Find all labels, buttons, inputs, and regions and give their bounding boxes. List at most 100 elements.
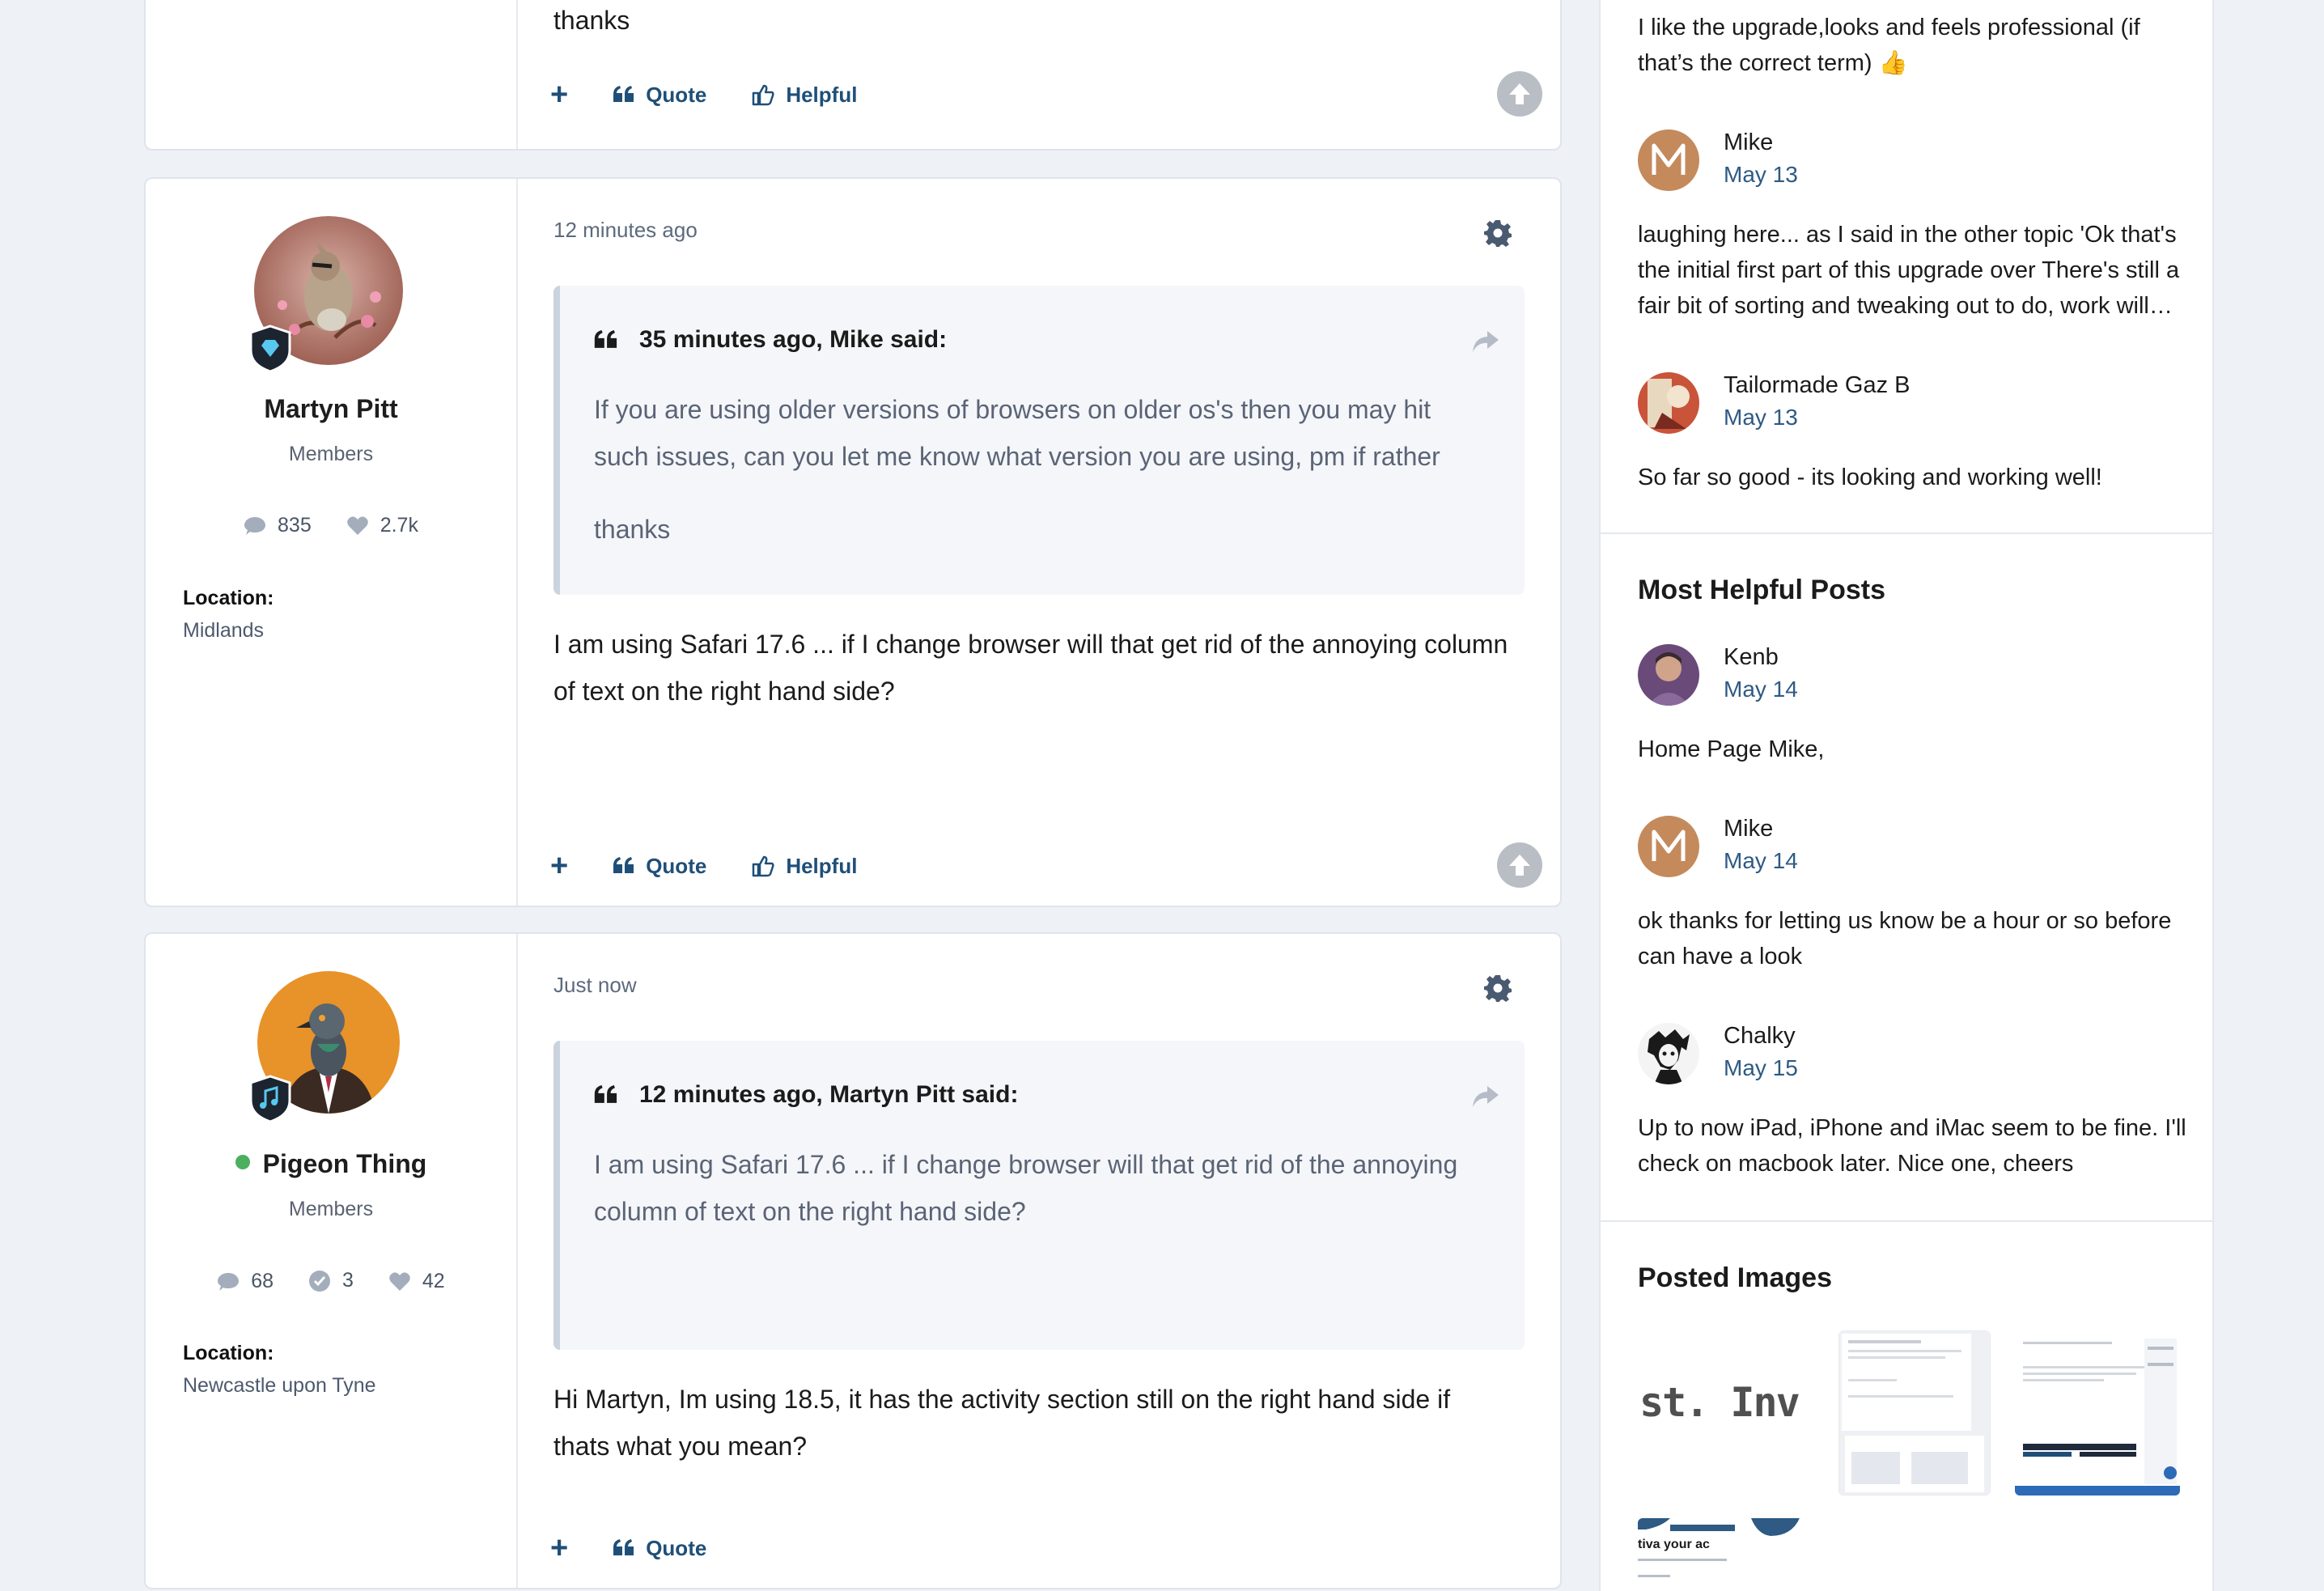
section-divider bbox=[1601, 532, 2212, 534]
post-2: Martyn Pitt Members 835 2.7k Location: M… bbox=[144, 177, 1562, 907]
quote-button[interactable]: Quote bbox=[613, 83, 706, 108]
heart-icon bbox=[346, 515, 368, 535]
posted-image-thumbnail[interactable] bbox=[1838, 1330, 1991, 1496]
activity-snippet[interactable]: I like the upgrade,looks and feels profe… bbox=[1638, 10, 2188, 81]
quote-header[interactable]: 12 minutes ago, Martyn Pitt said: bbox=[594, 1081, 1018, 1109]
avatar[interactable] bbox=[1638, 644, 1699, 706]
avatar[interactable] bbox=[1638, 372, 1699, 434]
multiquote-plus-button[interactable]: + bbox=[550, 1533, 568, 1563]
share-arrow-icon[interactable] bbox=[1471, 329, 1500, 354]
author-avatar-wrap[interactable] bbox=[249, 216, 403, 373]
music-rank-badge-icon bbox=[249, 1075, 291, 1123]
screenshot-thumbnail-image bbox=[1838, 1330, 1991, 1496]
quote-icon bbox=[594, 1085, 617, 1103]
activity-snippet[interactable]: laughing here... as I said in the other … bbox=[1638, 217, 2188, 324]
helpful-snippet[interactable]: Home Page Mike, bbox=[1638, 732, 2188, 767]
helpful-button[interactable]: Helpful bbox=[752, 83, 857, 108]
share-arrow-icon[interactable] bbox=[1471, 1084, 1500, 1109]
diamond-rank-badge-icon bbox=[249, 325, 291, 373]
post-1: thanks + Quote Helpful bbox=[144, 0, 1562, 151]
helpful-author[interactable]: Kenb bbox=[1724, 644, 1779, 671]
post-content: thanks bbox=[553, 6, 630, 35]
helpful-snippet[interactable]: ok thanks for letting us know be a hour … bbox=[1638, 903, 2188, 974]
helpful-author[interactable]: Chalky bbox=[1724, 1023, 1796, 1050]
heart-icon bbox=[389, 1271, 410, 1291]
author-name: Pigeon Thing bbox=[262, 1149, 427, 1178]
location-value: Midlands bbox=[183, 619, 265, 642]
sidebar: I like the upgrade,looks and feels profe… bbox=[1599, 0, 2214, 1591]
reputation-value: 2.7k bbox=[380, 514, 418, 537]
sketch-avatar-image bbox=[1638, 1023, 1699, 1084]
photo-avatar-image bbox=[1638, 644, 1699, 706]
avatar[interactable] bbox=[1638, 816, 1699, 877]
avatar[interactable] bbox=[1638, 129, 1699, 191]
arrow-up-icon bbox=[1509, 83, 1530, 104]
author-group: Members bbox=[288, 443, 374, 465]
thumbs-up-icon bbox=[753, 84, 774, 106]
scroll-to-top-button[interactable] bbox=[1497, 842, 1542, 888]
thumbnail-text: st. Inv bbox=[1639, 1379, 1800, 1426]
quote-label: Quote bbox=[646, 82, 707, 107]
solutions-count: 3 bbox=[308, 1269, 354, 1292]
quote-label: Quote bbox=[646, 1535, 707, 1560]
post-timestamp[interactable]: Just now bbox=[553, 973, 637, 998]
quote-button[interactable]: Quote bbox=[613, 1536, 706, 1561]
quote-text: I am using Safari 17.6 ... if I change b… bbox=[594, 1150, 1458, 1226]
quote-citation: 35 minutes ago, Mike said: bbox=[639, 326, 948, 353]
reputation: 2.7k bbox=[346, 514, 418, 537]
author-name-row[interactable]: Pigeon Thing bbox=[146, 1149, 516, 1179]
quote-block: 35 minutes ago, Mike said: If you are us… bbox=[553, 286, 1525, 595]
helpful-snippet[interactable]: Up to now iPad, iPhone and iMac seem to … bbox=[1638, 1110, 2188, 1182]
author-stats: 835 2.7k bbox=[146, 514, 516, 542]
activity-author[interactable]: Tailormade Gaz B bbox=[1724, 372, 1911, 399]
post-count-value: 68 bbox=[251, 1270, 274, 1292]
post-body: thanks + Quote Helpful bbox=[518, 0, 1560, 149]
quote-icon bbox=[594, 330, 617, 348]
avatar[interactable] bbox=[1638, 1023, 1699, 1084]
quote-text: If you are using older versions of brows… bbox=[594, 395, 1440, 471]
post-3: Pigeon Thing Members 68 3 42 Location: N… bbox=[144, 932, 1562, 1589]
quote-header[interactable]: 35 minutes ago, Mike said: bbox=[594, 326, 947, 354]
posted-image-thumbnail[interactable]: st. Inv bbox=[1638, 1330, 1803, 1496]
online-status-indicator bbox=[235, 1155, 250, 1169]
location-label: Location: bbox=[183, 1342, 274, 1364]
quote-icon bbox=[613, 86, 634, 102]
quote-block: 12 minutes ago, Martyn Pitt said: I am u… bbox=[553, 1041, 1525, 1350]
post-timestamp[interactable]: 12 minutes ago bbox=[553, 218, 698, 243]
solutions-count-value: 3 bbox=[342, 1269, 354, 1292]
screenshot-thumbnail-image bbox=[2015, 1330, 2180, 1496]
quote-button[interactable]: Quote bbox=[613, 854, 706, 879]
author-group: Members bbox=[288, 1198, 374, 1220]
quote-text-2: thanks bbox=[594, 515, 671, 544]
letter-avatar-m-image bbox=[1652, 829, 1686, 861]
gear-icon[interactable] bbox=[1484, 219, 1512, 247]
reputation-value: 42 bbox=[422, 1270, 445, 1292]
activity-date: May 13 bbox=[1724, 162, 1798, 187]
posted-image-thumbnail[interactable] bbox=[2015, 1330, 2180, 1496]
activity-snippet[interactable]: So far so good - its looking and working… bbox=[1638, 460, 2188, 495]
scroll-to-top-button[interactable] bbox=[1497, 71, 1542, 117]
activity-author[interactable]: Mike bbox=[1724, 129, 1773, 156]
post-count-value: 835 bbox=[278, 514, 312, 537]
post-content: Hi Martyn, Im using 18.5, it has the act… bbox=[553, 1385, 1451, 1461]
quote-icon bbox=[613, 857, 634, 873]
thumbnail-text: tiva your ac bbox=[1638, 1538, 1710, 1551]
quote-icon bbox=[613, 1539, 634, 1555]
arrow-up-icon bbox=[1509, 855, 1530, 876]
multiquote-plus-button[interactable]: + bbox=[550, 851, 568, 881]
reputation: 42 bbox=[388, 1270, 445, 1293]
author-avatar-wrap[interactable] bbox=[249, 971, 400, 1123]
author-name[interactable]: Martyn Pitt bbox=[146, 394, 516, 424]
helpful-label: Helpful bbox=[786, 853, 858, 878]
letter-avatar-m-image bbox=[1652, 143, 1686, 175]
gear-icon[interactable] bbox=[1484, 974, 1512, 1002]
helpful-button[interactable]: Helpful bbox=[752, 854, 857, 879]
screenshot-thumbnail-image bbox=[1638, 1518, 1803, 1591]
post-author-panel: Martyn Pitt Members 835 2.7k Location: M… bbox=[146, 179, 518, 906]
posted-image-thumbnail[interactable]: tiva your ac bbox=[1638, 1518, 1803, 1591]
post-count: 835 bbox=[244, 514, 312, 537]
posted-images-heading: Posted Images bbox=[1638, 1262, 1832, 1293]
multiquote-plus-button[interactable]: + bbox=[550, 79, 568, 110]
post-actions: + Quote bbox=[550, 1533, 752, 1563]
helpful-author[interactable]: Mike bbox=[1724, 816, 1773, 842]
